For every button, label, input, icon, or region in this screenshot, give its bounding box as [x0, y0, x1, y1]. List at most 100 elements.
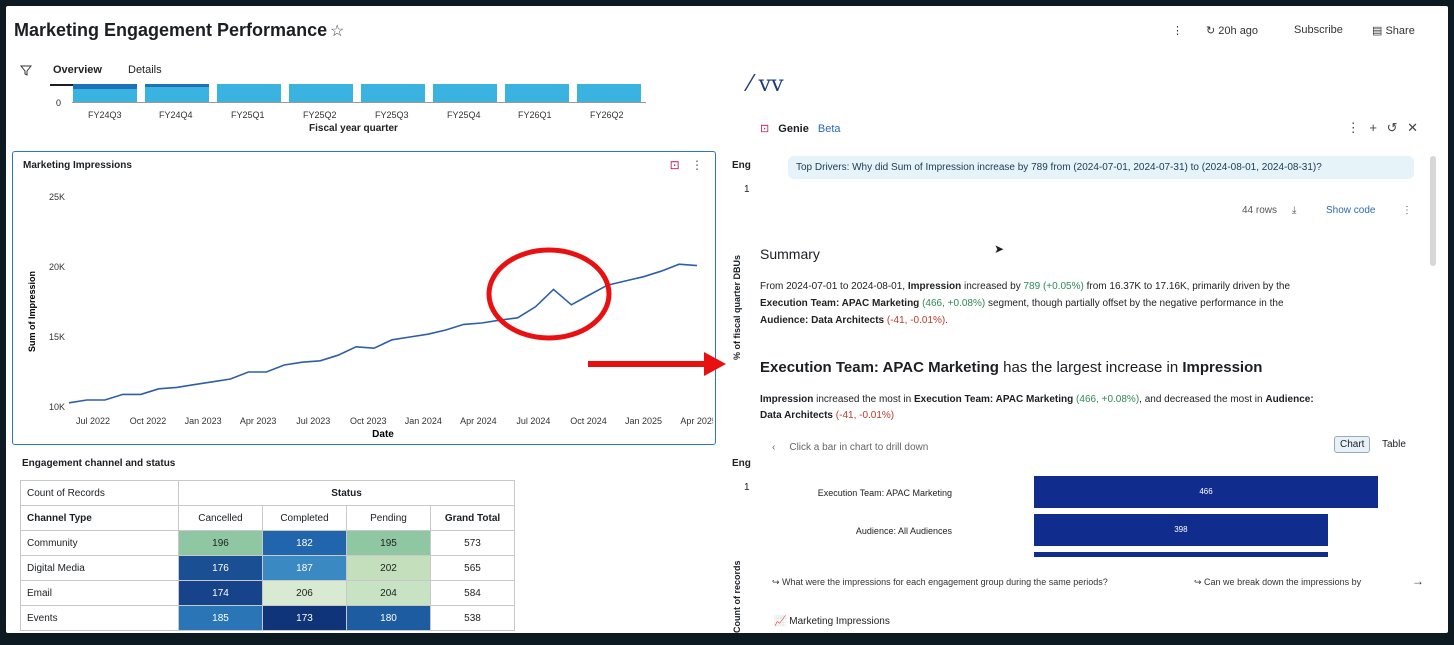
refresh-time: 20h ago — [1218, 25, 1259, 37]
quarter-bar[interactable] — [577, 84, 641, 102]
driver-detail: Impression increased the most in Executi… — [760, 394, 1314, 421]
table-row: Digital Media 176 187 202 565 — [20, 555, 515, 581]
arrow-right-icon[interactable]: → — [1412, 574, 1424, 588]
genie-icon: ⊡ — [760, 123, 770, 135]
table-corner-label: Count of Records — [20, 480, 179, 506]
share-button[interactable]: ▤ Share — [1372, 24, 1415, 37]
channel-name: Email — [20, 580, 179, 606]
heatmap-cell[interactable]: 202 — [346, 555, 431, 581]
quarter-bar[interactable] — [289, 84, 353, 102]
share-label: Share — [1385, 25, 1415, 37]
row-header: Channel Type — [20, 505, 179, 531]
x-tick-label: FY25Q2 — [303, 110, 337, 120]
y-zero-label: 0 — [56, 98, 62, 108]
grand-total-cell: 538 — [430, 605, 515, 631]
grand-total-cell: 565 — [430, 555, 515, 581]
channel-name: Events — [20, 605, 179, 631]
beta-badge: Beta — [817, 123, 841, 135]
chart-fragment: ⁄ ⅴⅴ — [748, 72, 784, 97]
user-question: Top Drivers: Why did Sum of Impression i… — [788, 156, 1414, 179]
heatmap-cell[interactable]: 195 — [346, 530, 431, 556]
x-tick-label: Jan 2025 — [625, 416, 662, 426]
column-header: Completed — [262, 505, 347, 531]
history-icon[interactable]: ↺ — [1387, 120, 1398, 135]
subscribe-button[interactable]: Subscribe — [1294, 24, 1343, 36]
heatmap-cell[interactable]: 180 — [346, 605, 431, 631]
quarter-bar[interactable] — [73, 84, 137, 102]
download-icon[interactable]: ⤓ — [1292, 205, 1296, 216]
summary-heading: Summary — [760, 246, 820, 262]
x-axis-title: Date — [372, 429, 394, 440]
x-tick-label: Oct 2024 — [570, 416, 607, 426]
x-tick-label: Oct 2022 — [130, 416, 167, 426]
table-row: Community 196 182 195 573 — [20, 530, 515, 556]
bar-label: Execution Team: APAC Marketing — [817, 488, 952, 498]
show-code-button[interactable]: Show code — [1326, 205, 1375, 216]
y-axis-title: Sum of Impression — [27, 271, 37, 352]
panel-title-fragment: Eng — [732, 458, 751, 469]
page-title: Marketing Engagement Performance — [14, 20, 328, 40]
refresh-button[interactable]: ↻ 20h ago — [1206, 24, 1258, 37]
star-icon[interactable]: ☆ — [330, 21, 344, 41]
mouse-cursor-icon: ➤ — [994, 242, 1005, 256]
x-tick-label: FY24Q3 — [88, 110, 122, 120]
heatmap-cell[interactable]: 185 — [178, 605, 263, 631]
heatmap-cell[interactable]: 206 — [262, 580, 347, 606]
driver-heading: Execution Team: APAC Marketing has the l… — [760, 359, 1263, 376]
suggestion-chip[interactable]: ↪ What were the impressions for each eng… — [772, 577, 1108, 588]
chevron-left-icon[interactable]: ‹ — [772, 442, 775, 453]
related-item[interactable]: 📈 Marketing Impressions — [774, 616, 890, 627]
table-title: Engagement channel and status — [22, 458, 176, 469]
tab-details[interactable]: Details — [128, 64, 162, 76]
heatmap-cell[interactable]: 196 — [178, 530, 263, 556]
table-toggle-button[interactable]: Table — [1382, 439, 1406, 450]
quarter-bar[interactable] — [505, 84, 569, 102]
quarter-bar[interactable] — [145, 84, 209, 102]
tab-overview[interactable]: Overview — [53, 64, 102, 76]
driver-bar-partial[interactable] — [1034, 552, 1328, 557]
driver-bar[interactable]: 398 — [1034, 514, 1328, 546]
x-tick-label: Jan 2023 — [185, 416, 222, 426]
row-count: 44 rows — [1242, 205, 1278, 216]
kebab-menu-icon[interactable]: ⋮ — [1347, 120, 1360, 135]
kebab-menu-icon[interactable]: ⋮ — [1172, 24, 1183, 37]
kebab-menu-icon[interactable]: ⋮ — [1402, 205, 1412, 216]
y-tick-label: 10K — [49, 402, 65, 412]
suggestion-chip[interactable]: ↪ Can we break down the impressions by — [1194, 577, 1361, 588]
driver-bar[interactable]: 466 — [1034, 476, 1378, 508]
bar-label: Audience: All Audiences — [855, 526, 952, 536]
drill-hint: ‹ Click a bar in chart to drill down — [772, 442, 929, 453]
heatmap-cell[interactable]: 174 — [178, 580, 263, 606]
column-header: Grand Total — [430, 505, 515, 531]
x-tick-label: FY25Q1 — [231, 110, 265, 120]
filter-icon[interactable] — [19, 64, 33, 79]
close-icon[interactable]: ✕ — [1407, 120, 1418, 135]
red-circle-annotation — [486, 247, 612, 341]
quarter-bar[interactable] — [217, 84, 281, 102]
x-tick-label: FY24Q4 — [159, 110, 193, 120]
heatmap-cell[interactable]: 176 — [178, 555, 263, 581]
heatmap-cell[interactable]: 173 — [262, 605, 347, 631]
x-tick-label: FY26Q2 — [590, 110, 624, 120]
value-fragment: 1 — [744, 482, 750, 493]
chart-toggle-button[interactable]: Chart — [1334, 436, 1371, 453]
y-tick-label: 25K — [49, 192, 65, 202]
heatmap-cell[interactable]: 187 — [262, 555, 347, 581]
baseline — [72, 102, 646, 103]
y-axis-title: % of fiscal quarter DBUs — [732, 254, 742, 360]
share-icon: ▤ — [1372, 25, 1386, 37]
plus-icon[interactable]: + — [1369, 120, 1377, 135]
bar-value: 398 — [1174, 525, 1188, 534]
y-axis-title: Count of records — [732, 560, 742, 633]
quarter-bar[interactable] — [433, 84, 497, 102]
quarter-bar[interactable] — [361, 84, 425, 102]
y-tick-label: 20K — [49, 262, 65, 272]
scrollbar[interactable] — [1430, 156, 1436, 266]
value-fragment: 1 — [744, 184, 750, 195]
x-tick-label: FY26Q1 — [518, 110, 552, 120]
heatmap-cell[interactable]: 204 — [346, 580, 431, 606]
heatmap-cell[interactable]: 182 — [262, 530, 347, 556]
grand-total-cell: 573 — [430, 530, 515, 556]
table-row: Email 174 206 204 584 — [20, 580, 515, 606]
genie-title: Genie — [778, 123, 809, 135]
